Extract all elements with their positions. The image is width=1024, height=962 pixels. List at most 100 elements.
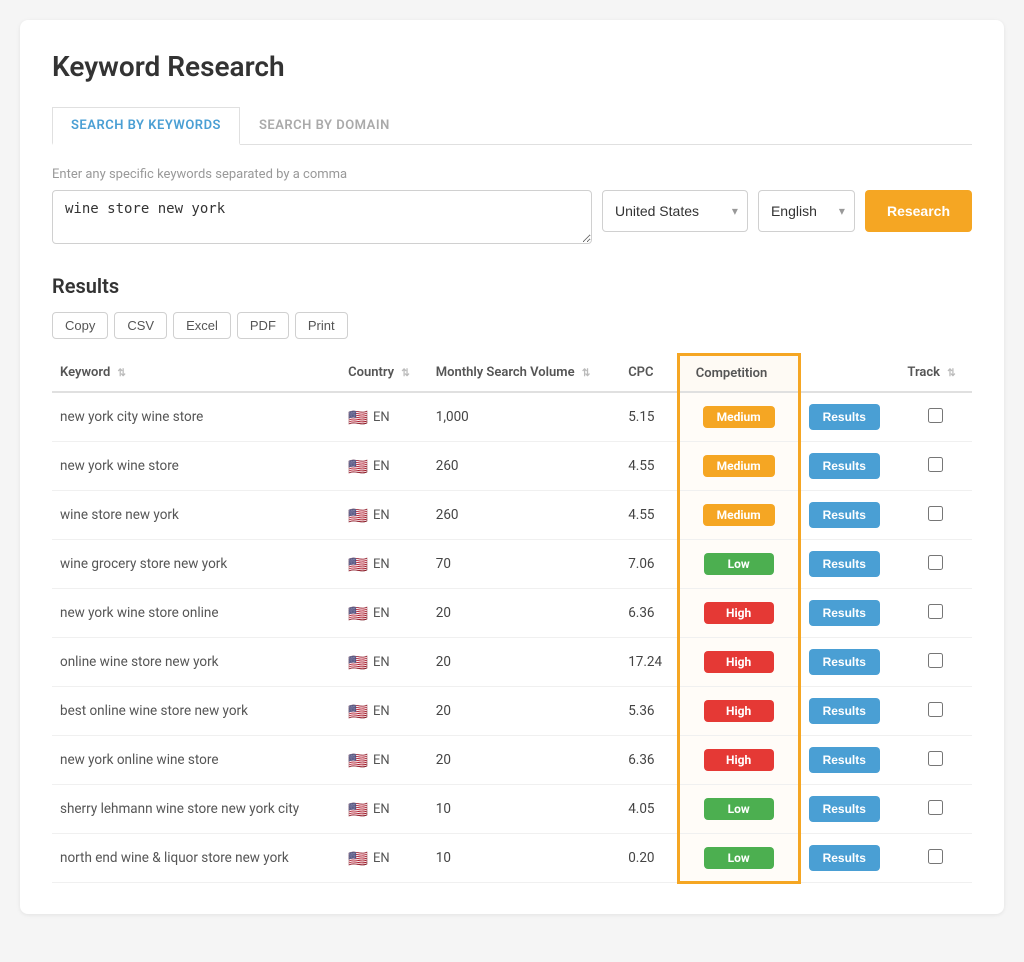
col-header-results — [799, 355, 899, 393]
cell-competition: High — [678, 589, 799, 638]
flag-icon: 🇺🇸 — [348, 506, 368, 525]
flag-icon: 🇺🇸 — [348, 457, 368, 476]
tab-search-by-keywords[interactable]: SEARCH BY KEYWORDS — [52, 107, 240, 145]
results-button[interactable]: Results — [809, 747, 880, 773]
cell-volume: 10 — [428, 834, 620, 883]
col-header-keyword: Keyword ⇅ — [52, 355, 340, 393]
competition-badge: Low — [704, 798, 774, 820]
cell-country: 🇺🇸 EN — [340, 736, 428, 785]
table-row: north end wine & liquor store new york 🇺… — [52, 834, 972, 883]
flag-icon: 🇺🇸 — [348, 408, 368, 427]
cell-results-btn[interactable]: Results — [799, 491, 899, 540]
results-section: Results Copy CSV Excel PDF Print Keyword… — [52, 274, 972, 884]
cell-results-btn[interactable]: Results — [799, 785, 899, 834]
pdf-button[interactable]: PDF — [237, 312, 289, 339]
cell-results-btn[interactable]: Results — [799, 834, 899, 883]
cell-country: 🇺🇸 EN — [340, 785, 428, 834]
cell-track — [899, 687, 972, 736]
results-title: Results — [52, 274, 972, 298]
cell-cpc: 4.55 — [620, 491, 678, 540]
cell-results-btn[interactable]: Results — [799, 687, 899, 736]
results-button[interactable]: Results — [809, 845, 880, 871]
action-buttons-row: Copy CSV Excel PDF Print — [52, 312, 972, 339]
competition-badge: Medium — [703, 406, 775, 428]
track-checkbox[interactable] — [928, 849, 943, 864]
competition-badge: High — [704, 602, 774, 624]
cell-track — [899, 834, 972, 883]
track-checkbox[interactable] — [928, 555, 943, 570]
cell-country: 🇺🇸 EN — [340, 392, 428, 442]
cell-country: 🇺🇸 EN — [340, 687, 428, 736]
sort-icon-keyword[interactable]: ⇅ — [118, 368, 126, 379]
cell-volume: 20 — [428, 589, 620, 638]
track-checkbox[interactable] — [928, 702, 943, 717]
country-select[interactable]: United States United Kingdom Canada Aust… — [602, 190, 748, 232]
table-header-row: Keyword ⇅ Country ⇅ Monthly Search Volum… — [52, 355, 972, 393]
page-title: Keyword Research — [52, 50, 972, 83]
track-checkbox[interactable] — [928, 751, 943, 766]
tab-search-by-domain[interactable]: SEARCH BY DOMAIN — [240, 107, 409, 144]
track-checkbox[interactable] — [928, 800, 943, 815]
results-button[interactable]: Results — [809, 551, 880, 577]
cell-keyword: new york city wine store — [52, 392, 340, 442]
results-button[interactable]: Results — [809, 649, 880, 675]
cell-competition: High — [678, 736, 799, 785]
results-button[interactable]: Results — [809, 600, 880, 626]
col-header-cpc: CPC — [620, 355, 678, 393]
language-select[interactable]: English Spanish French German — [758, 190, 855, 232]
table-row: best online wine store new york 🇺🇸 EN 20… — [52, 687, 972, 736]
cell-keyword: north end wine & liquor store new york — [52, 834, 340, 883]
cell-track — [899, 491, 972, 540]
sort-icon-track[interactable]: ⇅ — [947, 368, 955, 379]
track-checkbox[interactable] — [928, 408, 943, 423]
cell-cpc: 6.36 — [620, 589, 678, 638]
research-button[interactable]: Research — [865, 190, 972, 232]
cell-cpc: 17.24 — [620, 638, 678, 687]
cell-keyword: wine store new york — [52, 491, 340, 540]
cell-results-btn[interactable]: Results — [799, 442, 899, 491]
cell-track — [899, 392, 972, 442]
cell-track — [899, 442, 972, 491]
excel-button[interactable]: Excel — [173, 312, 231, 339]
cell-results-btn[interactable]: Results — [799, 736, 899, 785]
copy-button[interactable]: Copy — [52, 312, 108, 339]
cell-keyword: wine grocery store new york — [52, 540, 340, 589]
cell-results-btn[interactable]: Results — [799, 540, 899, 589]
cell-track — [899, 540, 972, 589]
language-select-wrapper: English Spanish French German — [758, 190, 855, 232]
print-button[interactable]: Print — [295, 312, 348, 339]
cell-results-btn[interactable]: Results — [799, 638, 899, 687]
competition-badge: High — [704, 700, 774, 722]
results-button[interactable]: Results — [809, 404, 880, 430]
cell-competition: Medium — [678, 491, 799, 540]
results-button[interactable]: Results — [809, 453, 880, 479]
sort-icon-country[interactable]: ⇅ — [401, 368, 409, 379]
track-checkbox[interactable] — [928, 653, 943, 668]
col-header-track: Track ⇅ — [899, 355, 972, 393]
cell-cpc: 4.05 — [620, 785, 678, 834]
results-button[interactable]: Results — [809, 698, 880, 724]
cell-competition: Low — [678, 834, 799, 883]
csv-button[interactable]: CSV — [114, 312, 167, 339]
cell-volume: 70 — [428, 540, 620, 589]
keyword-input[interactable]: wine store new york — [52, 190, 592, 244]
results-button[interactable]: Results — [809, 796, 880, 822]
track-checkbox[interactable] — [928, 604, 943, 619]
table-row: wine store new york 🇺🇸 EN 260 4.55 Mediu… — [52, 491, 972, 540]
track-checkbox[interactable] — [928, 506, 943, 521]
cell-country: 🇺🇸 EN — [340, 540, 428, 589]
cell-results-btn[interactable]: Results — [799, 589, 899, 638]
cell-keyword: new york wine store — [52, 442, 340, 491]
table-row: online wine store new york 🇺🇸 EN 20 17.2… — [52, 638, 972, 687]
cell-competition: Low — [678, 540, 799, 589]
results-button[interactable]: Results — [809, 502, 880, 528]
cell-keyword: new york online wine store — [52, 736, 340, 785]
cell-results-btn[interactable]: Results — [799, 392, 899, 442]
results-table: Keyword ⇅ Country ⇅ Monthly Search Volum… — [52, 353, 972, 884]
sort-icon-volume[interactable]: ⇅ — [582, 368, 590, 379]
flag-icon: 🇺🇸 — [348, 849, 368, 868]
track-checkbox[interactable] — [928, 457, 943, 472]
cell-volume: 260 — [428, 491, 620, 540]
cell-volume: 1,000 — [428, 392, 620, 442]
search-row: wine store new york United States United… — [52, 190, 972, 244]
